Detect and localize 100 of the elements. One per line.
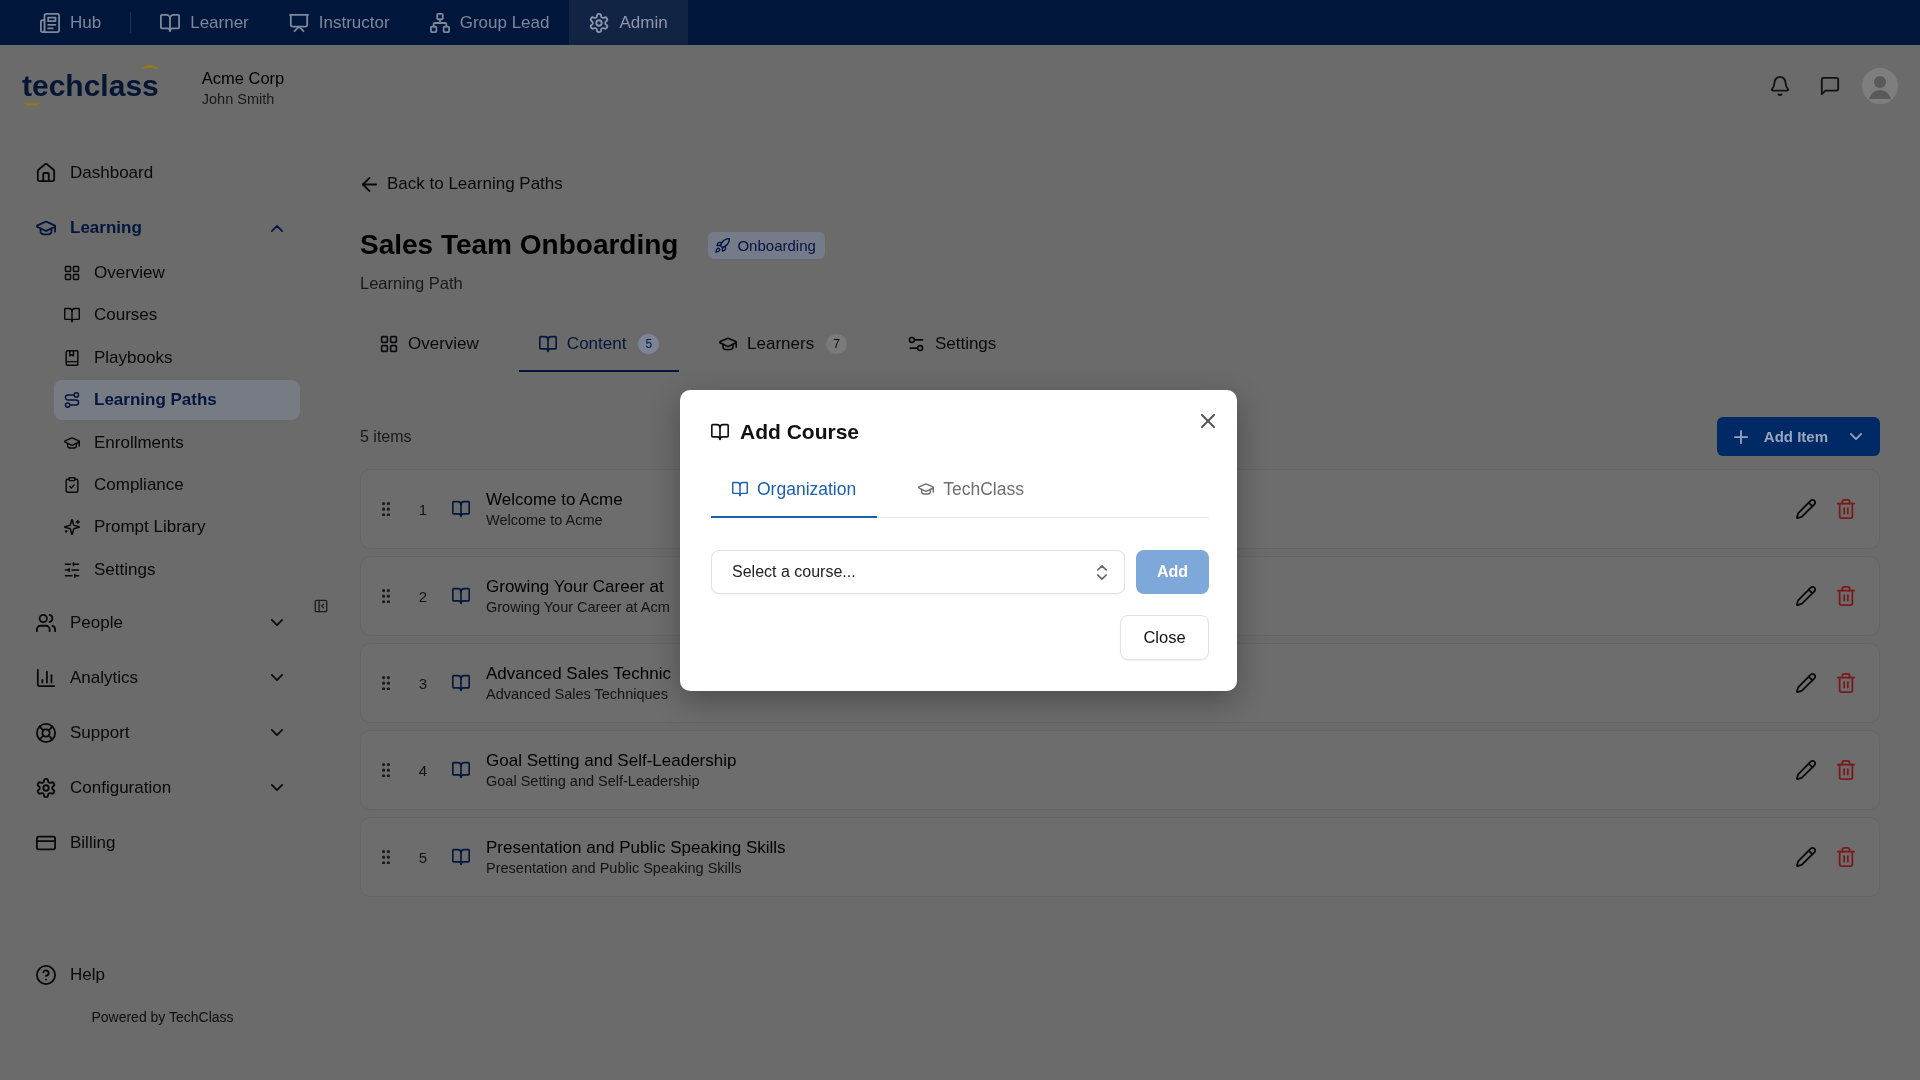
- item-number: 4: [417, 761, 429, 779]
- nav-tab[interactable]: Hub: [20, 0, 122, 45]
- sidebar-subitem[interactable]: Learning Paths: [54, 380, 300, 421]
- drag-handle-icon[interactable]: [382, 762, 390, 778]
- help-link[interactable]: Help: [25, 952, 300, 998]
- trash-icon[interactable]: [1836, 586, 1856, 606]
- bar-chart-icon: [36, 667, 56, 688]
- open-book-icon: [64, 307, 80, 324]
- sidebar-item[interactable]: Analytics: [25, 654, 300, 701]
- open-book-icon: [452, 500, 470, 518]
- sidebar-subitem[interactable]: Enrollments: [54, 422, 300, 463]
- page-subtitle: Learning Path: [360, 273, 464, 294]
- item-title: Presentation and Public Speaking Skills: [486, 837, 786, 858]
- nav-tab[interactable]: Group Lead: [409, 0, 570, 45]
- pencil-icon[interactable]: [1796, 847, 1816, 867]
- item-subtitle: Goal Setting and Self-Leadership: [486, 772, 700, 790]
- trash-icon[interactable]: [1836, 499, 1856, 519]
- open-book-icon: [452, 848, 470, 866]
- tab[interactable]: Content 5: [518, 318, 680, 372]
- home-icon: [36, 163, 56, 183]
- sidebar-item[interactable]: Configuration: [25, 764, 300, 811]
- organization-name: Acme Corp: [201, 68, 285, 88]
- item-title: Welcome to Acme: [486, 489, 623, 510]
- sliders-icon: [906, 335, 925, 353]
- help-icon: [36, 965, 56, 985]
- sidebar-item[interactable]: Support: [25, 709, 300, 756]
- chevron-down-icon: [1850, 433, 1862, 440]
- logo[interactable]: techclass: [22, 61, 159, 104]
- page-title: Sales Team Onboarding: [360, 228, 679, 262]
- sidebar-subitem[interactable]: Courses: [54, 295, 300, 336]
- tab-count: 5: [638, 334, 660, 354]
- item-number: 5: [417, 848, 429, 866]
- tab[interactable]: Learners 7: [699, 318, 867, 372]
- item-number: 3: [417, 674, 429, 692]
- trash-icon[interactable]: [1836, 847, 1856, 867]
- tab[interactable]: Settings: [886, 318, 1017, 372]
- course-select[interactable]: Select a course...: [711, 550, 1125, 594]
- back-link[interactable]: Back to Learning Paths: [360, 172, 563, 196]
- item-title: Growing Your Career at: [486, 576, 664, 597]
- sidebar-item[interactable]: Learning: [25, 205, 300, 251]
- sliders-icon: [64, 561, 80, 578]
- sidebar-subitem[interactable]: Prompt Library: [54, 507, 300, 548]
- tab[interactable]: TechClass: [897, 470, 1045, 518]
- sidebar-subitem[interactable]: Compliance: [54, 464, 300, 505]
- sidebar-item[interactable]: Billing: [25, 819, 300, 866]
- tab[interactable]: Overview: [360, 318, 499, 372]
- presentation-board-icon: [288, 12, 309, 33]
- chat-icon[interactable]: [1820, 76, 1840, 96]
- pencil-icon[interactable]: [1796, 673, 1816, 693]
- item-title: Goal Setting and Self-Leadership: [486, 750, 737, 771]
- dialog-title: Add Course: [740, 420, 859, 444]
- open-book-icon: [452, 761, 470, 779]
- rocket-icon: [715, 237, 731, 253]
- tab-count: 7: [826, 334, 847, 354]
- graduation-cap-icon: [719, 335, 738, 353]
- sidebar-subitem[interactable]: Overview: [54, 253, 300, 293]
- sidebar-collapse-icon[interactable]: [314, 599, 328, 613]
- trash-icon[interactable]: [1836, 673, 1856, 693]
- chevrons-up-down-icon: [1097, 564, 1107, 580]
- sidebar-subitem[interactable]: Playbooks: [54, 337, 300, 378]
- sidebar-item[interactable]: People: [25, 599, 300, 646]
- nav-tab[interactable]: Instructor: [268, 0, 410, 45]
- item-number: 1: [417, 500, 429, 518]
- open-book-icon: [732, 481, 748, 497]
- lifebuoy-icon: [36, 722, 56, 743]
- settings-icon: [589, 12, 610, 33]
- open-book-icon: [160, 12, 181, 33]
- sidebar-subitem[interactable]: Settings: [54, 549, 300, 590]
- pencil-icon[interactable]: [1796, 586, 1816, 606]
- nav-tab[interactable]: Admin: [569, 0, 688, 45]
- user-name: John Smith: [201, 90, 276, 109]
- drag-handle-icon[interactable]: [382, 501, 390, 517]
- grid-icon: [64, 265, 80, 281]
- tab[interactable]: Organization: [711, 470, 878, 518]
- graduation-cap-icon: [64, 434, 80, 451]
- plus-icon: [1733, 429, 1748, 444]
- item-title: Advanced Sales Technic: [486, 663, 671, 684]
- sparkles-icon: [64, 519, 80, 536]
- sidebar-item[interactable]: Dashboard: [25, 150, 300, 196]
- drag-handle-icon[interactable]: [382, 675, 390, 691]
- close-icon[interactable]: [1201, 414, 1215, 428]
- drag-handle-icon[interactable]: [382, 849, 390, 865]
- pencil-icon[interactable]: [1796, 499, 1816, 519]
- close-button[interactable]: Close: [1120, 615, 1209, 660]
- open-book-icon: [538, 335, 557, 353]
- graduation-cap-icon: [918, 481, 935, 497]
- bell-icon[interactable]: [1770, 76, 1790, 96]
- nav-tab[interactable]: Learner: [140, 0, 269, 45]
- pencil-icon[interactable]: [1796, 760, 1816, 780]
- drag-handle-icon[interactable]: [382, 588, 390, 604]
- item-count: 5 items: [360, 427, 412, 446]
- powered-by-text: Powered by TechClass: [91, 1008, 234, 1027]
- trash-icon[interactable]: [1836, 760, 1856, 780]
- grid-icon: [380, 335, 398, 353]
- open-book-icon: [711, 423, 729, 441]
- add-item-button[interactable]: Add Item: [1716, 417, 1880, 456]
- open-book-icon: [452, 587, 470, 605]
- settings-icon: [36, 777, 56, 798]
- item-subtitle: Presentation and Public Speaking Skills: [486, 859, 742, 877]
- item-subtitle: Welcome to Acme: [486, 511, 603, 529]
